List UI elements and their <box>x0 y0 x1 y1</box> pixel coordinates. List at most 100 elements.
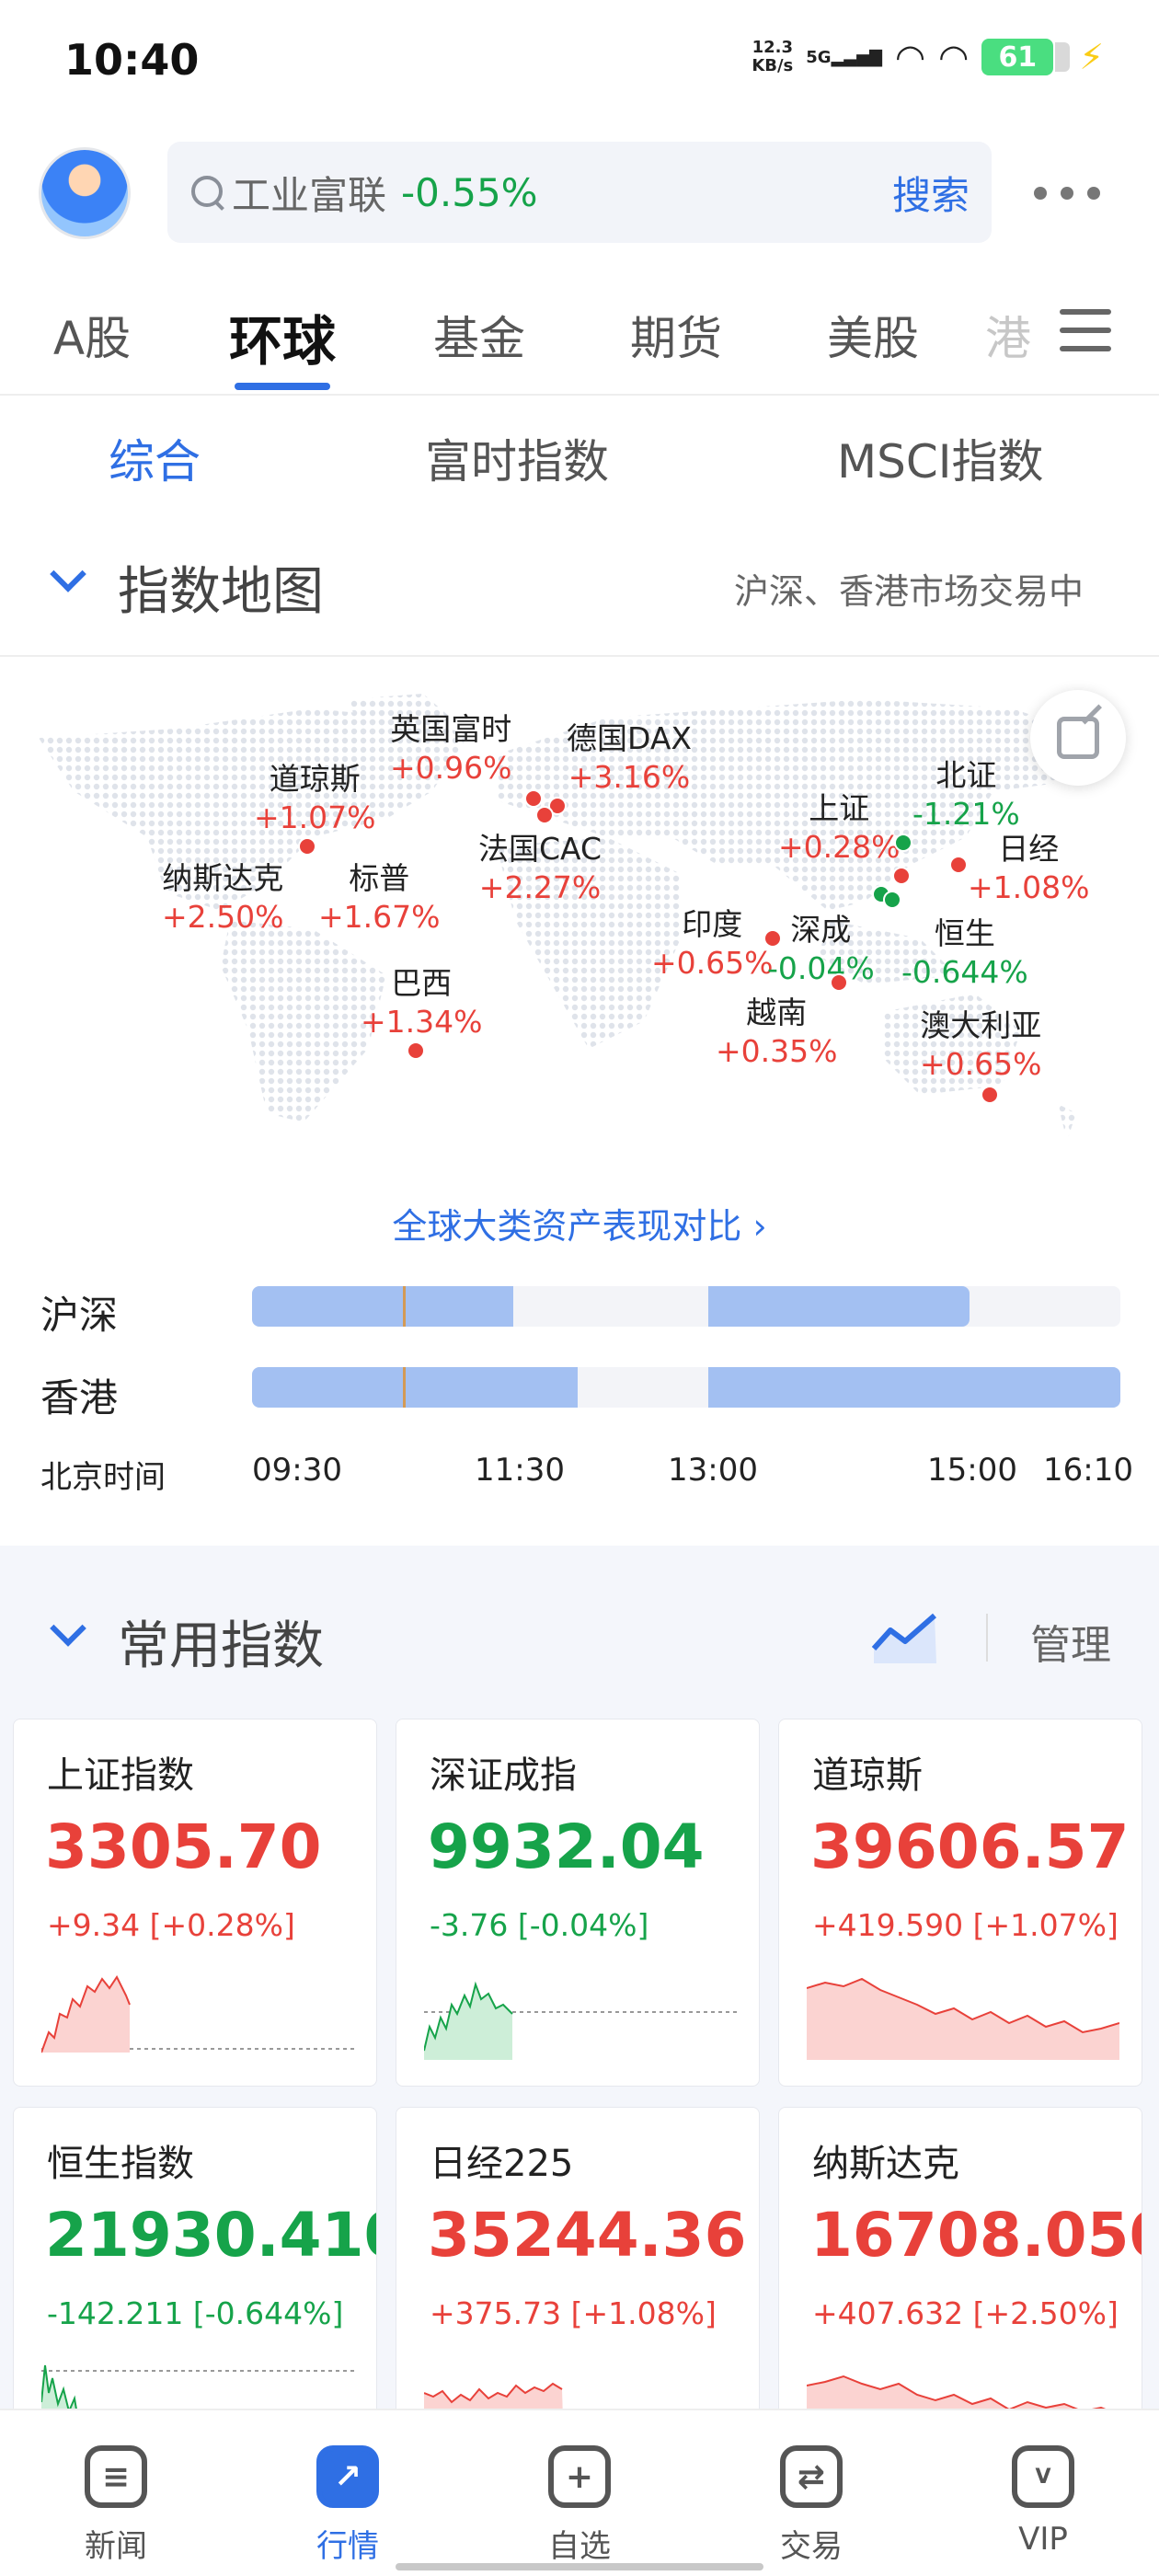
search-stock-change: -0.55% <box>401 169 538 215</box>
map-label-dax[interactable]: 德国DAX +3.16% <box>567 719 692 797</box>
nav-trade[interactable]: ⇄ 交易 <box>695 2410 927 2576</box>
map-label-brazil[interactable]: 巴西 +1.34% <box>361 964 482 1041</box>
news-icon: ≡ <box>85 2445 147 2508</box>
status-time: 10:40 <box>64 35 200 85</box>
timeline-track-hong-kong <box>252 1367 1120 1408</box>
subtab-msci[interactable]: MSCI指数 <box>837 425 1044 491</box>
chart-toggle-icon[interactable] <box>870 1608 940 1669</box>
divider <box>986 1614 988 1662</box>
nav-market[interactable]: ↗ 行情 <box>232 2410 464 2576</box>
subtab-overview[interactable]: 综合 <box>109 425 201 491</box>
index-change: +375.73 [+1.08%] <box>430 2295 717 2331</box>
timeline-time: 09:30 <box>252 1452 342 1489</box>
share-button[interactable] <box>1030 690 1126 786</box>
search-stock-name: 工业富联 <box>232 172 387 218</box>
market-icon: ↗ <box>316 2445 379 2508</box>
cellular-icon: 5G▂▃▅▇ <box>806 47 882 67</box>
map-label-cac[interactable]: 法国CAC +2.27% <box>478 830 602 907</box>
index-change: -142.211 [-0.644%] <box>47 2295 344 2331</box>
charging-icon: ⚡ <box>1079 37 1104 77</box>
sparkline-chart <box>807 1977 1119 2060</box>
vip-icon: V <box>1012 2445 1074 2508</box>
tab-futures[interactable]: 期货 <box>578 285 775 396</box>
divider <box>0 655 1159 657</box>
map-dot-cac <box>535 806 554 824</box>
index-card-sse[interactable]: 上证指数 3305.70 +9.34 [+0.28%] <box>13 1719 377 2087</box>
more-icon[interactable] <box>1034 175 1100 212</box>
divider <box>0 394 1159 396</box>
asset-compare-link[interactable]: 全球大类资产表现对比 › <box>0 1198 1159 1248</box>
map-dot-brazil <box>407 1041 425 1060</box>
timeline-label-shanghai-shenzhen: 沪深 <box>40 1293 119 1338</box>
map-dot-vietnam <box>830 973 848 992</box>
map-dot-shanghai <box>892 867 911 885</box>
map-dot-ftse <box>524 789 543 808</box>
market-status-note: 沪深、香港市场交易中 <box>734 571 1084 612</box>
search-icon <box>189 174 226 211</box>
tab-global[interactable]: 环球 <box>184 285 381 396</box>
timeline-track-shanghai-shenzhen <box>252 1286 1120 1327</box>
map-label-nikkei[interactable]: 日经 +1.08% <box>968 830 1089 907</box>
map-label-nasdaq[interactable]: 纳斯达克 +2.50% <box>162 859 283 937</box>
world-map: 英国富时 +0.96% 德国DAX +3.16% 道琼斯 +1.07% 北证 -1.21… <box>37 681 1122 1178</box>
network-speed: 12.3 KB/s <box>752 38 794 75</box>
map-label-dow-jones[interactable]: 道琼斯 +1.07% <box>254 760 375 837</box>
map-label-australia[interactable]: 澳大利亚 +0.65% <box>920 1006 1041 1084</box>
index-change: +407.632 [+2.50%] <box>812 2295 1119 2331</box>
timeline-time: 11:30 <box>475 1452 565 1489</box>
index-change: -3.76 [-0.04%] <box>430 1907 649 1943</box>
nav-label: 交易 <box>780 2528 843 2565</box>
timeline-time: 15:00 <box>927 1452 1017 1489</box>
battery-icon: 61 <box>981 39 1071 75</box>
index-value: 21930.410 <box>45 2200 377 2271</box>
map-label-bse[interactable]: 北证 -1.21% <box>912 756 1020 834</box>
map-dot-australia <box>981 1086 999 1104</box>
manage-button[interactable]: 管理 <box>1030 1612 1111 1671</box>
nav-news[interactable]: ≡ 新闻 <box>0 2410 232 2576</box>
index-card-dow-jones[interactable]: 道琼斯 39606.57 +419.590 [+1.07%] <box>778 1719 1142 2087</box>
index-change: +9.34 [+0.28%] <box>47 1907 295 1943</box>
map-label-ftse[interactable]: 英国富时 +0.96% <box>390 710 511 788</box>
map-dot-hang-seng <box>883 891 901 909</box>
common-indices-title: 常用指数 <box>118 1616 324 1676</box>
avatar[interactable] <box>39 147 131 239</box>
map-dot-bse <box>894 834 912 852</box>
search-bar[interactable]: 工业富联 -0.55% 搜索 <box>167 142 992 243</box>
map-label-hang-seng[interactable]: 恒生 -0.644% <box>901 914 1028 992</box>
nav-watchlist[interactable]: + 自选 <box>464 2410 695 2576</box>
index-name: 纳斯达克 <box>812 2143 959 2185</box>
index-card-szse[interactable]: 深证成指 9932.04 -3.76 [-0.04%] <box>396 1719 760 2087</box>
index-value: 9932.04 <box>428 1811 705 1882</box>
tab-menu-icon[interactable] <box>1060 309 1111 351</box>
tab-us-stocks[interactable]: 美股 <box>775 285 971 396</box>
map-label-shanghai[interactable]: 上证 +0.28% <box>778 789 900 867</box>
collapse-chevron-icon[interactable] <box>50 556 86 592</box>
index-value: 16708.050 <box>810 2200 1142 2271</box>
home-indicator <box>396 2563 763 2570</box>
index-value: 3305.70 <box>45 1811 322 1882</box>
bottom-navigation: ≡ 新闻 ↗ 行情 + 自选 ⇄ 交易 V VIP <box>0 2409 1159 2576</box>
map-label-sp500[interactable]: 标普 +1.67% <box>318 859 440 937</box>
subtab-ftse[interactable]: 富时指数 <box>425 425 609 491</box>
wifi-icon: ◠ <box>894 37 926 77</box>
index-value: 35244.36 <box>428 2200 747 2271</box>
index-name: 日经225 <box>430 2143 574 2185</box>
index-value: 39606.57 <box>810 1811 1130 1882</box>
map-dot-nikkei <box>949 856 968 874</box>
timeline-label-hong-kong: 香港 <box>40 1375 119 1420</box>
map-label-vietnam[interactable]: 越南 +0.35% <box>716 994 837 1071</box>
nav-vip[interactable]: V VIP <box>927 2410 1159 2576</box>
nav-label: 自选 <box>548 2528 611 2565</box>
tab-funds[interactable]: 基金 <box>381 285 578 396</box>
index-name: 上证指数 <box>47 1754 194 1797</box>
tab-a-share[interactable]: A股 <box>0 285 184 396</box>
sparkline-chart <box>41 1975 354 2053</box>
timeline-time-label: 北京时间 <box>40 1459 166 1496</box>
tab-hk-stocks[interactable]: 港 <box>971 285 1045 396</box>
map-label-shenzhen[interactable]: 深成 -0.04% <box>767 911 875 988</box>
search-button[interactable]: 搜索 <box>892 165 970 221</box>
map-dot-dow-jones <box>298 837 316 856</box>
map-label-india[interactable]: 印度 +0.65% <box>651 905 773 983</box>
trade-icon: ⇄ <box>780 2445 843 2508</box>
watchlist-icon: + <box>548 2445 611 2508</box>
